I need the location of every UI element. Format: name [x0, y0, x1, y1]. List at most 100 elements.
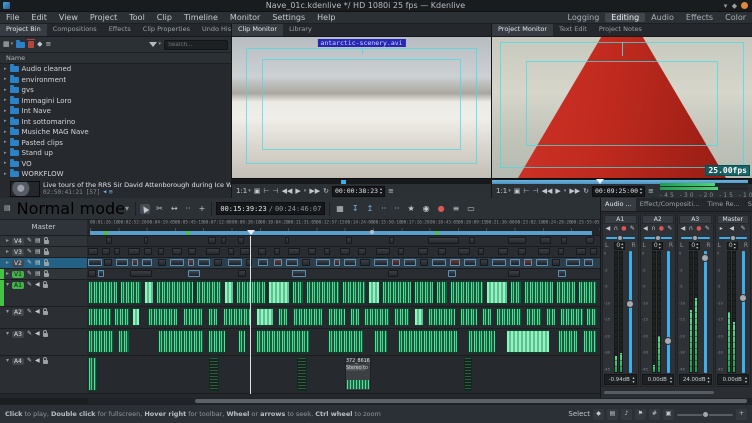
clip-monitor-menu-button[interactable]: ≡ [388, 187, 394, 195]
volume-fader[interactable] [699, 251, 712, 373]
timeline-clip[interactable] [132, 308, 140, 326]
timeline-clip[interactable] [208, 237, 216, 244]
workspace-audio[interactable]: Audio [645, 13, 680, 22]
zoom-in-button[interactable]: + [736, 408, 747, 420]
timeline-clip[interactable] [460, 308, 478, 326]
timeline-clip[interactable] [392, 259, 400, 266]
tree-expander-icon[interactable]: ▸ [4, 140, 7, 145]
timeline-clip[interactable] [224, 281, 234, 304]
select-tool-button[interactable]: ▲ [140, 203, 151, 214]
options-dots2-button[interactable]: ·· [392, 204, 401, 214]
track-name-badge[interactable]: V1 [12, 271, 24, 278]
spacer-tool-icon[interactable]: ↔ [171, 204, 178, 213]
tree-expander-icon[interactable]: ▸ [4, 171, 7, 177]
timeline-clip[interactable] [398, 248, 404, 255]
timeline-clip[interactable] [590, 248, 597, 255]
tree-expander-icon[interactable]: ▸ [4, 119, 7, 124]
mute-button-speaker-icon[interactable]: ◀ [606, 226, 611, 232]
fader-knob[interactable] [738, 293, 747, 302]
timeline-clip[interactable] [524, 281, 554, 304]
timeline-clip[interactable] [88, 357, 97, 391]
timeline-clip[interactable] [526, 308, 542, 326]
timeline-clip[interactable] [156, 281, 194, 304]
clip-monitor-play-button[interactable]: ▶ [295, 187, 300, 195]
project-monitor-timecode[interactable]: 00:09:25:00 ▴ ▾ [591, 185, 646, 197]
playhead-triangle[interactable] [247, 230, 255, 235]
chevron-right-icon[interactable]: ▸ [6, 271, 9, 277]
timeline-clip[interactable] [188, 259, 194, 266]
tab-subtitles[interactable]: Subtitles [744, 198, 752, 211]
timeline-clip[interactable] [450, 281, 484, 304]
timeline-clip[interactable] [342, 281, 366, 304]
track-name-badge[interactable]: V4 [12, 238, 24, 245]
effects-pen-icon[interactable]: ✎ [27, 238, 32, 244]
bin-folder-row[interactable]: ▸ VO [0, 158, 231, 170]
track-header-v3[interactable]: ▸ V3 ✎ ▤ [0, 247, 87, 258]
more-tools-button[interactable]: ·· [184, 204, 193, 214]
timeline-clip[interactable] [586, 308, 597, 326]
chevron-down-icon[interactable]: ▾ [248, 188, 251, 194]
timeline-clip[interactable] [208, 330, 226, 353]
tab-time-re[interactable]: Time Re... [703, 198, 743, 211]
pan-value-spinbox[interactable]: 0 ▴ ▾ [726, 241, 738, 250]
timeline-clip[interactable] [114, 248, 120, 255]
timeline-clip[interactable] [104, 259, 112, 266]
timeline-clip[interactable] [170, 259, 184, 266]
timeline-menu-button[interactable]: ≡ [451, 204, 462, 214]
timeline-clip[interactable] [158, 248, 164, 255]
effects-pen-icon[interactable]: ✎ [27, 249, 32, 255]
timeline-clip[interactable] [208, 308, 218, 326]
workspace-color[interactable]: Color [719, 13, 752, 22]
bin-folder-row[interactable]: ▸ Stand up [0, 148, 231, 159]
clip-monitor-timecode[interactable]: 00:00:38:23 ▴ ▾ [331, 185, 386, 197]
window-pin-icon[interactable]: ◆ [730, 2, 739, 10]
timeline-clip[interactable] [524, 259, 532, 266]
workspace-logging[interactable]: Logging [562, 13, 606, 22]
speaker-icon[interactable]: ◀ [35, 331, 40, 337]
spacer-tool-button[interactable]: ↔ [169, 204, 180, 214]
track-lane-a3[interactable] [88, 329, 600, 356]
timeline-clip[interactable] [561, 237, 567, 244]
timeline-clip[interactable] [492, 259, 506, 266]
timeline-clip[interactable] [436, 281, 448, 304]
screen-grab-button[interactable]: ▭ [465, 204, 477, 214]
timeline-clip[interactable] [506, 330, 550, 353]
timeline-clip[interactable] [206, 248, 220, 255]
timeline-clip[interactable] [102, 248, 110, 255]
track-header-a1[interactable]: ▾ A1 ✎ ◀ [0, 280, 87, 307]
timeline-clip[interactable] [278, 308, 288, 326]
tree-expander-icon[interactable]: ▸ [4, 161, 7, 166]
timeline-clip[interactable] [240, 248, 250, 255]
bin-folder-row[interactable]: ▸ Musiche MAG Nave [0, 127, 231, 138]
timeline-clip[interactable] [116, 259, 128, 266]
timeline-clip[interactable] [450, 259, 460, 266]
spin-down-icon[interactable]: ▾ [640, 191, 642, 195]
timeline-clip[interactable] [188, 248, 196, 255]
timeline-clip[interactable] [306, 281, 340, 304]
bin-folder-row[interactable]: ▸ gvs [0, 85, 231, 96]
effects-pen-icon[interactable]: ✎ [705, 226, 710, 232]
timeline-clip[interactable] [228, 259, 242, 266]
add-icon[interactable]: + [199, 204, 206, 213]
timeline-clip[interactable] [142, 259, 152, 266]
timeline-clip[interactable] [308, 248, 316, 255]
gain-spinner[interactable]: ▴ ▾ [632, 375, 634, 384]
clip-monitor-video[interactable]: antarctic-scenery.avi [232, 37, 491, 178]
timeline-clip[interactable]: 372_8616_LStereo to m [345, 357, 371, 391]
zone-marker-dot[interactable] [370, 230, 374, 234]
menu-timeline[interactable]: Timeline [178, 13, 224, 22]
timeline-clip[interactable] [346, 237, 352, 244]
solo-headphones-icon[interactable]: ∩ [614, 226, 618, 232]
timeline-clip[interactable] [414, 308, 424, 326]
timeline-clip[interactable] [285, 237, 289, 244]
timeline-clip[interactable] [546, 308, 556, 326]
timeline-clip[interactable] [464, 357, 472, 391]
timeline-clip[interactable] [106, 237, 112, 244]
volume-fader[interactable] [737, 251, 750, 373]
timeline-clip[interactable] [128, 248, 140, 255]
timeline-clip[interactable] [256, 308, 274, 326]
timeline-clip[interactable] [538, 248, 550, 255]
gain-spinbox[interactable]: -0.94dB ▴ ▾ [604, 374, 637, 385]
timeline-clip[interactable] [498, 248, 508, 255]
pan-spinner[interactable]: ▴ ▾ [696, 241, 698, 250]
